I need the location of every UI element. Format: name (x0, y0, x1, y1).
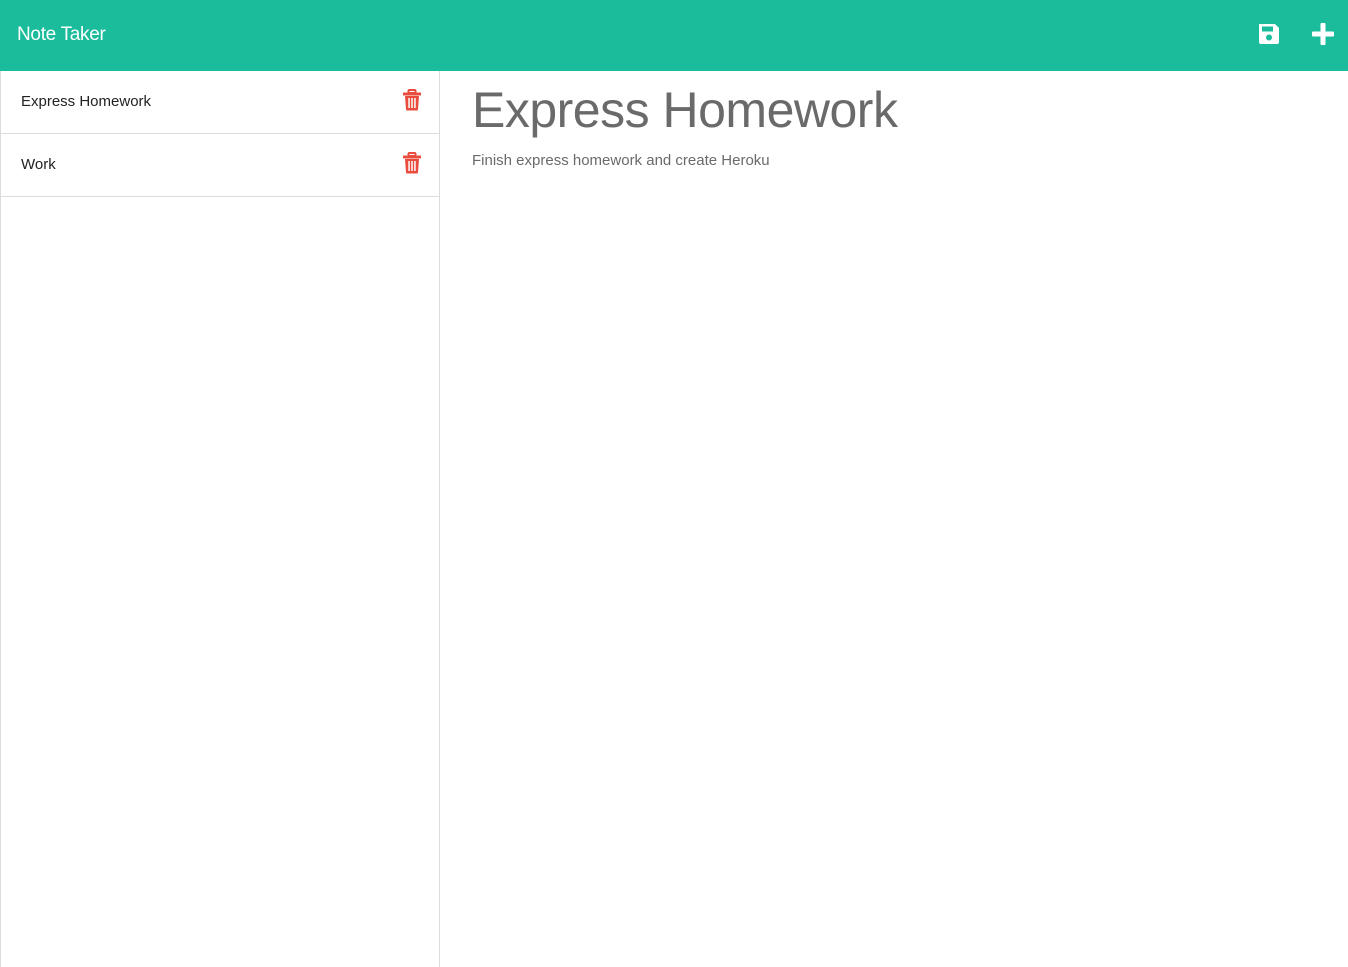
note-list-item-title: Work (21, 156, 56, 173)
note-list-item-title: Express Homework (21, 93, 152, 110)
trash-icon[interactable] (402, 152, 422, 174)
note-text-area[interactable]: Finish express homework and create Herok… (472, 151, 770, 171)
app-title[interactable]: Note Taker (17, 22, 106, 48)
trash-icon[interactable] (402, 89, 422, 111)
note-list-item[interactable]: Express Homework (1, 71, 439, 134)
note-editor: Express Homework Finish express homework… (440, 71, 1348, 967)
note-title-field[interactable]: Express Homework (472, 81, 898, 139)
save-icon[interactable] (1256, 21, 1282, 47)
navbar: Note Taker (0, 0, 1348, 71)
note-list: Express Homework Work (1, 71, 439, 197)
note-sidebar: Express Homework Work (0, 71, 440, 967)
plus-icon[interactable] (1310, 21, 1336, 47)
note-list-item[interactable]: Work (1, 134, 439, 197)
